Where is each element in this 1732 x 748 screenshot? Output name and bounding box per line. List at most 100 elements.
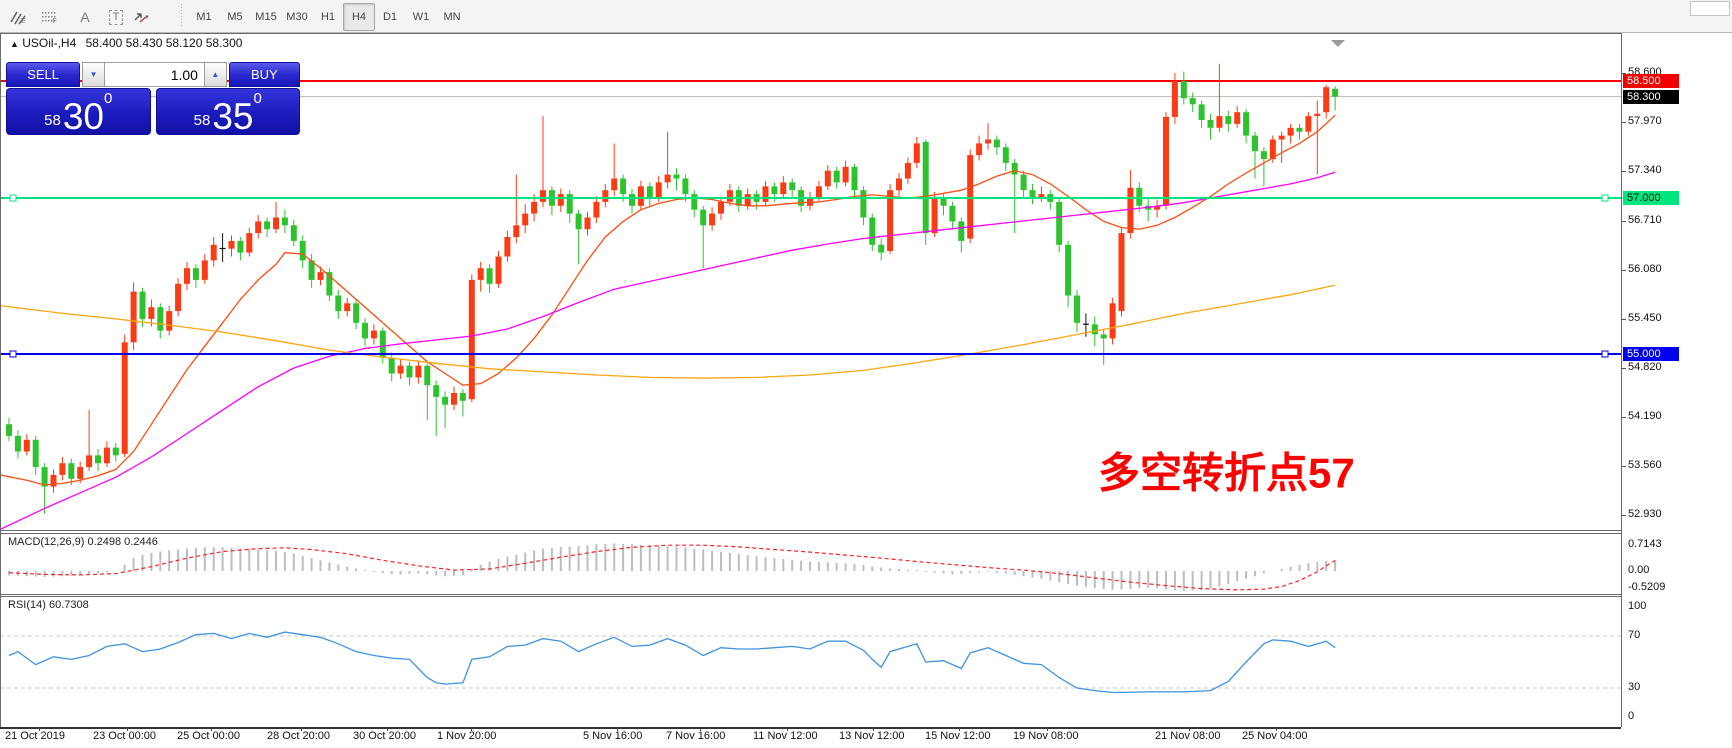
- price-tick-label: 57.340: [1628, 164, 1662, 176]
- hline-handle: [10, 351, 16, 357]
- one-click-trade-panel: SELL ▼ ▲ BUY 58 30 0 58 35 0: [6, 62, 300, 135]
- trading-terminal-window: EFAT▾ M1M5M15M30H1H4D1W1MN 多空转折点57 ▲ USO…: [0, 0, 1732, 748]
- sell-price-tile[interactable]: 58 30 0: [6, 88, 151, 135]
- indicator-axis-label: 70: [1628, 629, 1640, 641]
- buy-price-handle: 58: [194, 113, 211, 128]
- buy-price-tile[interactable]: 58 35 0: [156, 88, 301, 135]
- hline-handle: [1602, 351, 1608, 357]
- textbox-t-icon[interactable]: T: [101, 3, 131, 31]
- volume-decrease-button[interactable]: ▼: [82, 62, 105, 87]
- panel-border: [0, 33, 1621, 34]
- chart-shift-marker-icon: [1331, 40, 1345, 47]
- quote-header: ▲ USOil-,H4 58.400 58.430 58.120 58.300: [10, 36, 242, 50]
- date-label: 23 Oct 00:00: [93, 730, 156, 742]
- price-tick-label: 54.820: [1628, 361, 1662, 373]
- price-tick-label: 56.710: [1628, 214, 1662, 226]
- date-label: 28 Oct 20:00: [267, 730, 330, 742]
- date-label: 15 Nov 12:00: [925, 730, 990, 742]
- price-tick-label: 55.450: [1628, 312, 1662, 324]
- buy-button[interactable]: BUY: [229, 62, 300, 87]
- date-label: 30 Oct 20:00: [353, 730, 416, 742]
- indicator-axis-label: 0: [1628, 710, 1634, 722]
- rsi-label: RSI(14) 60.7308: [8, 599, 89, 611]
- macd-panel[interactable]: [0, 534, 1621, 594]
- arrows-icon[interactable]: ▾: [132, 3, 162, 31]
- panel-border[interactable]: [0, 530, 1621, 531]
- buy-price-point: 0: [254, 91, 262, 106]
- sell-price-pips: 30: [63, 101, 104, 132]
- toolbar: EFAT▾ M1M5M15M30H1H4D1W1MN: [0, 0, 1732, 33]
- chart-right-border: [1621, 33, 1622, 727]
- date-label: 21 Nov 08:00: [1155, 730, 1220, 742]
- chart-e-icon[interactable]: E: [8, 3, 38, 31]
- panel-border[interactable]: [0, 594, 1621, 595]
- timeframe-button-mn[interactable]: MN: [436, 3, 468, 31]
- date-label: 25 Oct 00:00: [177, 730, 240, 742]
- date-label: 7 Nov 16:00: [666, 730, 725, 742]
- sell-price-handle: 58: [44, 113, 61, 128]
- buy-price-pips: 35: [212, 101, 253, 132]
- volume-increase-button[interactable]: ▲: [204, 62, 227, 87]
- timeframe-button-m5[interactable]: M5: [219, 3, 251, 31]
- hline-handle: [10, 195, 16, 201]
- indicator-axis-label: 100: [1628, 600, 1646, 612]
- date-label: 19 Nov 08:00: [1013, 730, 1078, 742]
- ohlc-values: 58.400 58.430 58.120 58.300: [86, 36, 243, 50]
- price-badge-58.500: 58.500: [1623, 74, 1679, 88]
- price-tick: [1621, 171, 1626, 172]
- chinese-annotation: 多空转折点57: [1098, 449, 1355, 496]
- price-tick-label: 54.190: [1628, 410, 1662, 422]
- grid-f-icon[interactable]: F: [39, 3, 69, 31]
- window-corner-fragment: [1690, 1, 1730, 16]
- price-tick-label: 57.970: [1628, 115, 1662, 127]
- timeframe-button-m15[interactable]: M15: [250, 3, 282, 31]
- collapse-triangle-icon[interactable]: ▲: [10, 39, 19, 49]
- panel-border: [0, 596, 1621, 597]
- date-label: 13 Nov 12:00: [839, 730, 904, 742]
- price-badge-58.300: 58.300: [1623, 90, 1679, 104]
- macd-signal-line: [9, 545, 1335, 590]
- date-label: 25 Nov 04:00: [1242, 730, 1307, 742]
- date-label: 21 Oct 2019: [5, 730, 65, 742]
- price-tick: [1621, 417, 1626, 418]
- price-tick: [1621, 122, 1626, 123]
- price-tick-label: 56.080: [1628, 263, 1662, 275]
- price-tick: [1621, 270, 1626, 271]
- price-tick: [1621, 466, 1626, 467]
- sell-price-point: 0: [104, 91, 112, 106]
- price-tick: [1621, 515, 1626, 516]
- date-label: 5 Nov 16:00: [583, 730, 642, 742]
- ma_slow-line: [0, 285, 1335, 378]
- rsi-line: [9, 632, 1335, 692]
- label-a-icon[interactable]: A: [70, 3, 100, 31]
- timeframe-button-m30[interactable]: M30: [281, 3, 313, 31]
- price-tick: [1621, 221, 1626, 222]
- price-badge-57.000: 57.000: [1623, 191, 1679, 205]
- date-label: 1 Nov 20:00: [437, 730, 496, 742]
- symbol-period-label: USOil-,H4: [22, 36, 76, 50]
- timeframe-button-m1[interactable]: M1: [188, 3, 220, 31]
- indicator-axis-label: -0.5209: [1628, 581, 1665, 593]
- price-tick: [1621, 319, 1626, 320]
- price-badge-55.000: 55.000: [1623, 347, 1679, 361]
- chart-left-border: [0, 33, 1, 727]
- timeframe-button-h1[interactable]: H1: [312, 3, 344, 31]
- date-label: 11 Nov 12:00: [753, 730, 818, 742]
- indicator-axis-label: 0.00: [1628, 564, 1649, 576]
- volume-input[interactable]: [105, 62, 204, 87]
- indicator-axis-label: 30: [1628, 681, 1640, 693]
- price-tick-label: 52.930: [1628, 508, 1662, 520]
- hline-handle: [1602, 195, 1608, 201]
- timeframe-button-w1[interactable]: W1: [405, 3, 437, 31]
- sell-button[interactable]: SELL: [6, 62, 80, 87]
- axis-border: [0, 727, 1621, 729]
- panel-border: [0, 533, 1621, 534]
- macd-label: MACD(12,26,9) 0.2498 0.2446: [8, 536, 158, 548]
- timeframe-button-h4[interactable]: H4: [343, 3, 375, 31]
- toolbar-separator: [181, 4, 184, 28]
- rsi-panel[interactable]: [0, 597, 1621, 727]
- timeframe-button-d1[interactable]: D1: [374, 3, 406, 31]
- price-tick: [1621, 368, 1626, 369]
- price-tick-label: 53.560: [1628, 459, 1662, 471]
- indicator-axis-label: 0.7143: [1628, 538, 1662, 550]
